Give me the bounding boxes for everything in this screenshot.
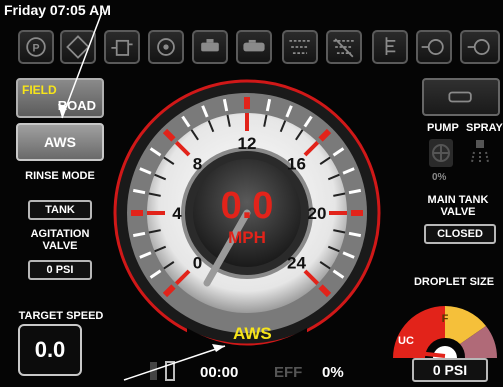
engine-icon[interactable]	[148, 30, 184, 64]
hourglass-icon	[146, 360, 182, 382]
field-road-toggle[interactable]: FIELD ROAD	[16, 78, 104, 118]
speedometer-gauge: 0 4 8 12 16 20 24 0.0 MPH	[113, 79, 381, 348]
clock-display: Friday 07:05 AM	[4, 2, 111, 18]
pump-icon[interactable]	[192, 30, 228, 64]
timer-value: 00:00	[200, 364, 239, 381]
pump-fan-icon	[428, 138, 454, 168]
diamond-icon[interactable]	[60, 30, 96, 64]
gauge-tick-label: 4	[172, 204, 182, 223]
gauge-tick-label: 12	[238, 134, 257, 153]
tank-icon[interactable]	[460, 30, 500, 64]
gauge-tick-label: 20	[308, 204, 327, 223]
spray-flow-icon[interactable]	[416, 30, 452, 64]
park-icon[interactable]: P	[18, 30, 54, 64]
target-speed-label: TARGET SPEED	[18, 310, 104, 322]
main-tank-valve-value[interactable]: CLOSED	[424, 224, 496, 244]
pump-label: PUMP	[427, 122, 459, 134]
eff-label: EFF	[274, 364, 303, 381]
eff-value: 0%	[322, 364, 344, 381]
tank-fill-icon[interactable]	[104, 30, 140, 64]
aws-button[interactable]: AWS	[16, 123, 104, 161]
mode-indicator: AWS	[233, 324, 272, 343]
gauge-tick-label: 0	[193, 253, 202, 272]
agitation-valve-label: AGITATION VALVE	[30, 228, 90, 252]
road-label: ROAD	[57, 98, 96, 113]
speed-readout: 0.0	[221, 185, 274, 227]
gauge-tick-label: 8	[193, 155, 202, 174]
target-speed-value[interactable]: 0.0	[18, 324, 82, 376]
gauge-tick-label: 24	[287, 253, 306, 272]
boom-section-icon[interactable]	[282, 30, 318, 64]
rinse-mode-value[interactable]: TANK	[28, 200, 92, 220]
spray-nozzle-icon	[470, 138, 490, 166]
droplet-size-label: DROPLET SIZE	[413, 276, 495, 288]
rinse-mode-label: RINSE MODE	[25, 170, 95, 182]
sprayer-icon[interactable]	[236, 30, 272, 64]
agitation-valve-value[interactable]: 0 PSI	[28, 260, 92, 280]
droplet-uc-label: UC	[398, 335, 414, 347]
pressure-value: 0 PSI	[412, 358, 488, 382]
pump-percent: 0%	[432, 172, 447, 183]
spray-label: SPRAY	[466, 122, 503, 134]
svg-text:P: P	[32, 42, 39, 54]
boom-off-icon[interactable]	[326, 30, 362, 64]
droplet-size-gauge: F UC	[393, 306, 497, 362]
field-label: FIELD	[22, 83, 57, 97]
spray-toggle-button[interactable]	[422, 78, 500, 116]
main-tank-valve-label: MAIN TANK VALVE	[427, 194, 489, 218]
gauge-tick-label: 16	[287, 155, 306, 174]
speed-unit: MPH	[228, 228, 266, 247]
nozzle-icon[interactable]	[372, 30, 408, 64]
droplet-f-label: F	[442, 313, 449, 325]
